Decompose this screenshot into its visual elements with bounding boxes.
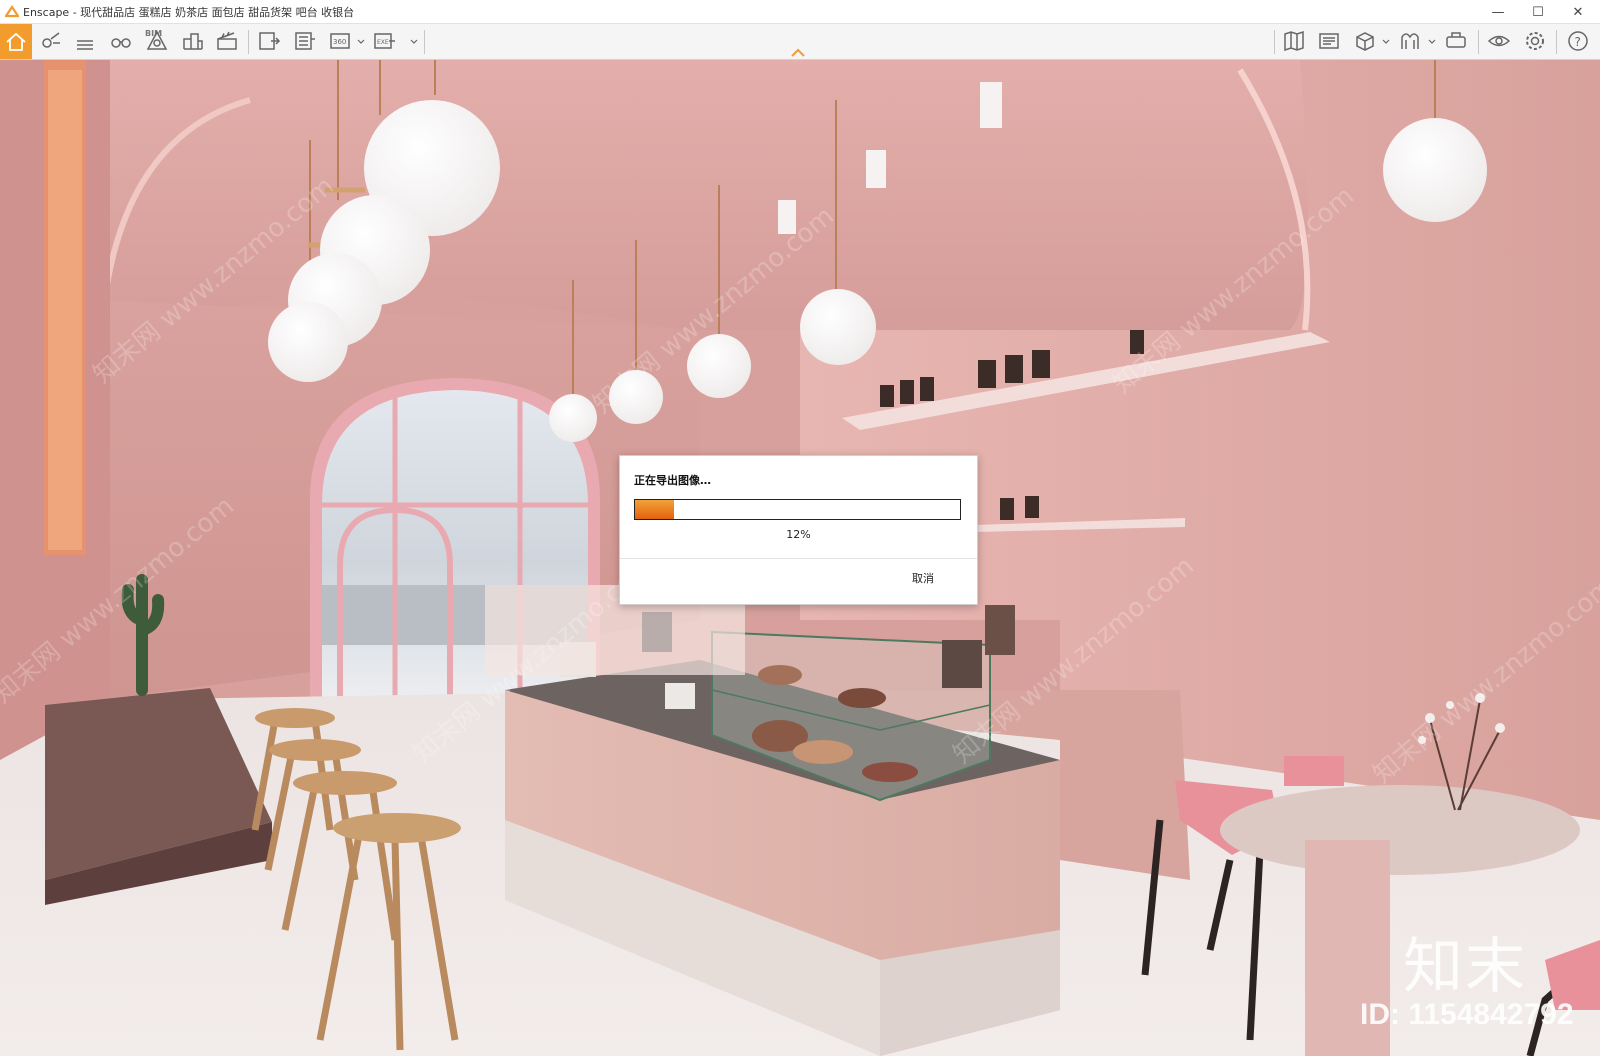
title-bar: Enscape - 现代甜品店 蛋糕店 奶茶店 面包店 甜品货架 吧台 收银台 …: [0, 0, 1600, 24]
visual-settings-button[interactable]: [1314, 26, 1344, 56]
map-button[interactable]: [1279, 26, 1309, 56]
vr-headset-icon: [1446, 32, 1466, 48]
view-mode-button[interactable]: [1350, 26, 1380, 56]
close-button[interactable]: ✕: [1558, 0, 1598, 24]
atmosphere-icon: [146, 30, 168, 50]
minimize-button[interactable]: —: [1478, 0, 1518, 24]
sun-icon: [1401, 33, 1419, 49]
video-editor-button[interactable]: [212, 26, 242, 56]
export-exe-icon: EXE: [374, 33, 395, 49]
cancel-button[interactable]: 取消: [912, 570, 934, 586]
atmosphere-button[interactable]: [142, 26, 172, 56]
help-icon: ?: [1568, 31, 1588, 51]
sun-button[interactable]: [1395, 26, 1425, 56]
enscape-logo-icon: [5, 5, 19, 18]
dialog-divider: [620, 558, 977, 559]
toolbar-separator: [248, 30, 249, 54]
collapse-toolbar-icon[interactable]: [790, 47, 806, 59]
view-mode-icon: [1356, 32, 1374, 51]
export-exe-button[interactable]: EXE: [370, 26, 400, 56]
maximize-button[interactable]: ☐: [1518, 0, 1558, 24]
toolbar-separator: [1274, 30, 1275, 54]
export-progress-bar: [634, 499, 961, 520]
map-icon: [1284, 30, 1304, 52]
asset-library-icon: [183, 33, 203, 50]
progress-fill: [635, 500, 674, 519]
sun-dropdown-icon[interactable]: [1428, 38, 1436, 46]
eye-icon: [1487, 35, 1511, 47]
watermark-id: ID: 1154842792: [1360, 998, 1574, 1031]
bim-button[interactable]: BIM: [70, 26, 162, 56]
panorama-icon: 360: [330, 33, 350, 49]
help-button[interactable]: ?: [1563, 26, 1593, 56]
settings-button[interactable]: [1520, 26, 1550, 56]
view-position-icon: [42, 32, 60, 48]
binoculars-button[interactable]: [106, 26, 136, 56]
screenshot-button[interactable]: [254, 26, 284, 56]
export-progress-dialog: 正在导出图像… 12% 取消: [619, 455, 978, 605]
asset-library-button[interactable]: [178, 26, 208, 56]
bim-icon: [77, 40, 93, 50]
window-title: Enscape - 现代甜品店 蛋糕店 奶茶店 面包店 甜品货架 吧台 收银台: [23, 6, 355, 19]
export-dropdown-icon[interactable]: [410, 38, 418, 46]
panorama-dropdown-icon[interactable]: [357, 38, 365, 46]
settings-icon: [1526, 32, 1544, 50]
toolbar-separator: [424, 30, 425, 54]
eye-button[interactable]: [1484, 26, 1514, 56]
toolbar-separator: [1556, 30, 1557, 54]
home-icon: [6, 32, 26, 51]
vr-headset-button[interactable]: [1441, 26, 1471, 56]
batch-render-button[interactable]: [290, 26, 320, 56]
svg-text:?: ?: [1575, 35, 1581, 49]
home-button[interactable]: [0, 24, 32, 59]
progress-percent: 12%: [786, 528, 811, 541]
watermark-brand-logo: 知末: [1403, 932, 1527, 1002]
screenshot-icon: [259, 32, 281, 50]
view-position-button[interactable]: [36, 26, 66, 56]
toolbar-separator: [1478, 30, 1479, 54]
binoculars-icon: [111, 38, 131, 48]
visual-settings-icon: [1319, 33, 1339, 49]
view-mode-dropdown-icon[interactable]: [1382, 38, 1390, 46]
dialog-title: 正在导出图像…: [634, 474, 711, 487]
svg-text:EXE: EXE: [377, 39, 389, 46]
panorama-button[interactable]: 360: [326, 26, 356, 56]
enscape-toolbar: BIM 360 EXE ?: [0, 24, 1600, 60]
batch-render-icon: [295, 32, 315, 50]
svg-text:360: 360: [333, 38, 346, 46]
video-editor-icon: [217, 31, 237, 50]
